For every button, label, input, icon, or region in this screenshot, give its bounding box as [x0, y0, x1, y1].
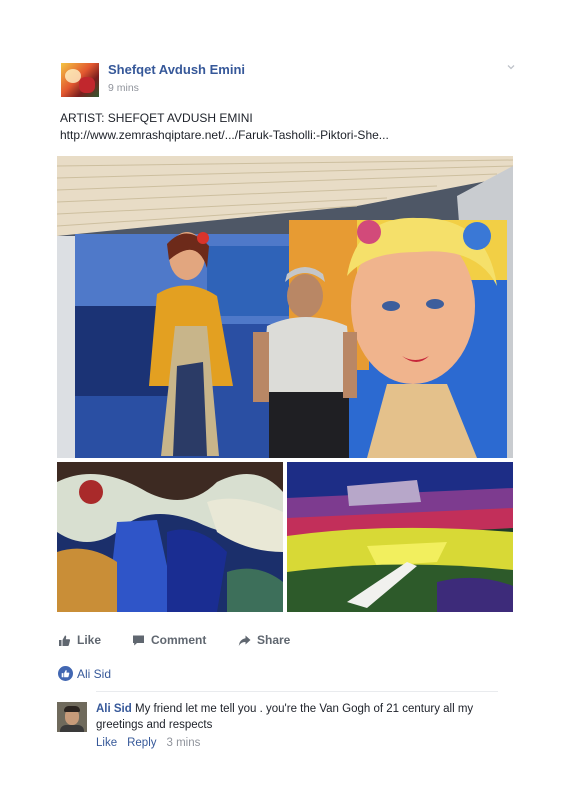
- share-button[interactable]: Share: [238, 632, 290, 648]
- author-avatar[interactable]: [61, 63, 99, 97]
- like-badge-icon: [58, 666, 73, 681]
- photo-landscape[interactable]: [287, 462, 513, 612]
- like-label: Like: [77, 633, 102, 647]
- author-name[interactable]: Shefqet Avdush Emini: [108, 62, 245, 77]
- comment-like-link[interactable]: Like: [96, 737, 117, 749]
- speech-bubble-icon: [132, 634, 145, 647]
- likes-summary[interactable]: Ali Sid: [58, 666, 111, 681]
- post-text: ARTIST: SHEFQET AVDUSH EMINI: [60, 111, 253, 125]
- photo-abstract-blue[interactable]: [57, 462, 283, 612]
- chevron-down-icon[interactable]: [506, 62, 516, 72]
- divider: [96, 691, 498, 692]
- likes-names[interactable]: Ali Sid: [77, 667, 111, 681]
- share-arrow-icon: [238, 634, 251, 647]
- comment: Ali Sid My friend let me tell you . you'…: [96, 702, 506, 733]
- post-timestamp[interactable]: 9 mins: [108, 82, 139, 94]
- post-link[interactable]: http://www.zemrashqiptare.net/.../Faruk-…: [60, 128, 389, 142]
- comment-actions: Like Reply 3 mins: [96, 737, 200, 749]
- comment-label: Comment: [151, 633, 207, 647]
- comment-timestamp[interactable]: 3 mins: [167, 737, 201, 749]
- comment-reply-link[interactable]: Reply: [127, 737, 156, 749]
- thumbs-up-icon: [58, 634, 71, 647]
- share-label: Share: [257, 633, 291, 647]
- facebook-post: Shefqet Avdush Emini 9 mins ARTIST: SHEF…: [0, 0, 570, 806]
- commenter-avatar[interactable]: [57, 702, 87, 732]
- photo-artist-with-paintings[interactable]: [57, 156, 513, 458]
- comment-button[interactable]: Comment: [132, 632, 206, 648]
- comment-author[interactable]: Ali Sid: [96, 703, 132, 715]
- comment-text: My friend let me tell you . you're the V…: [96, 703, 474, 731]
- like-button[interactable]: Like: [58, 632, 101, 648]
